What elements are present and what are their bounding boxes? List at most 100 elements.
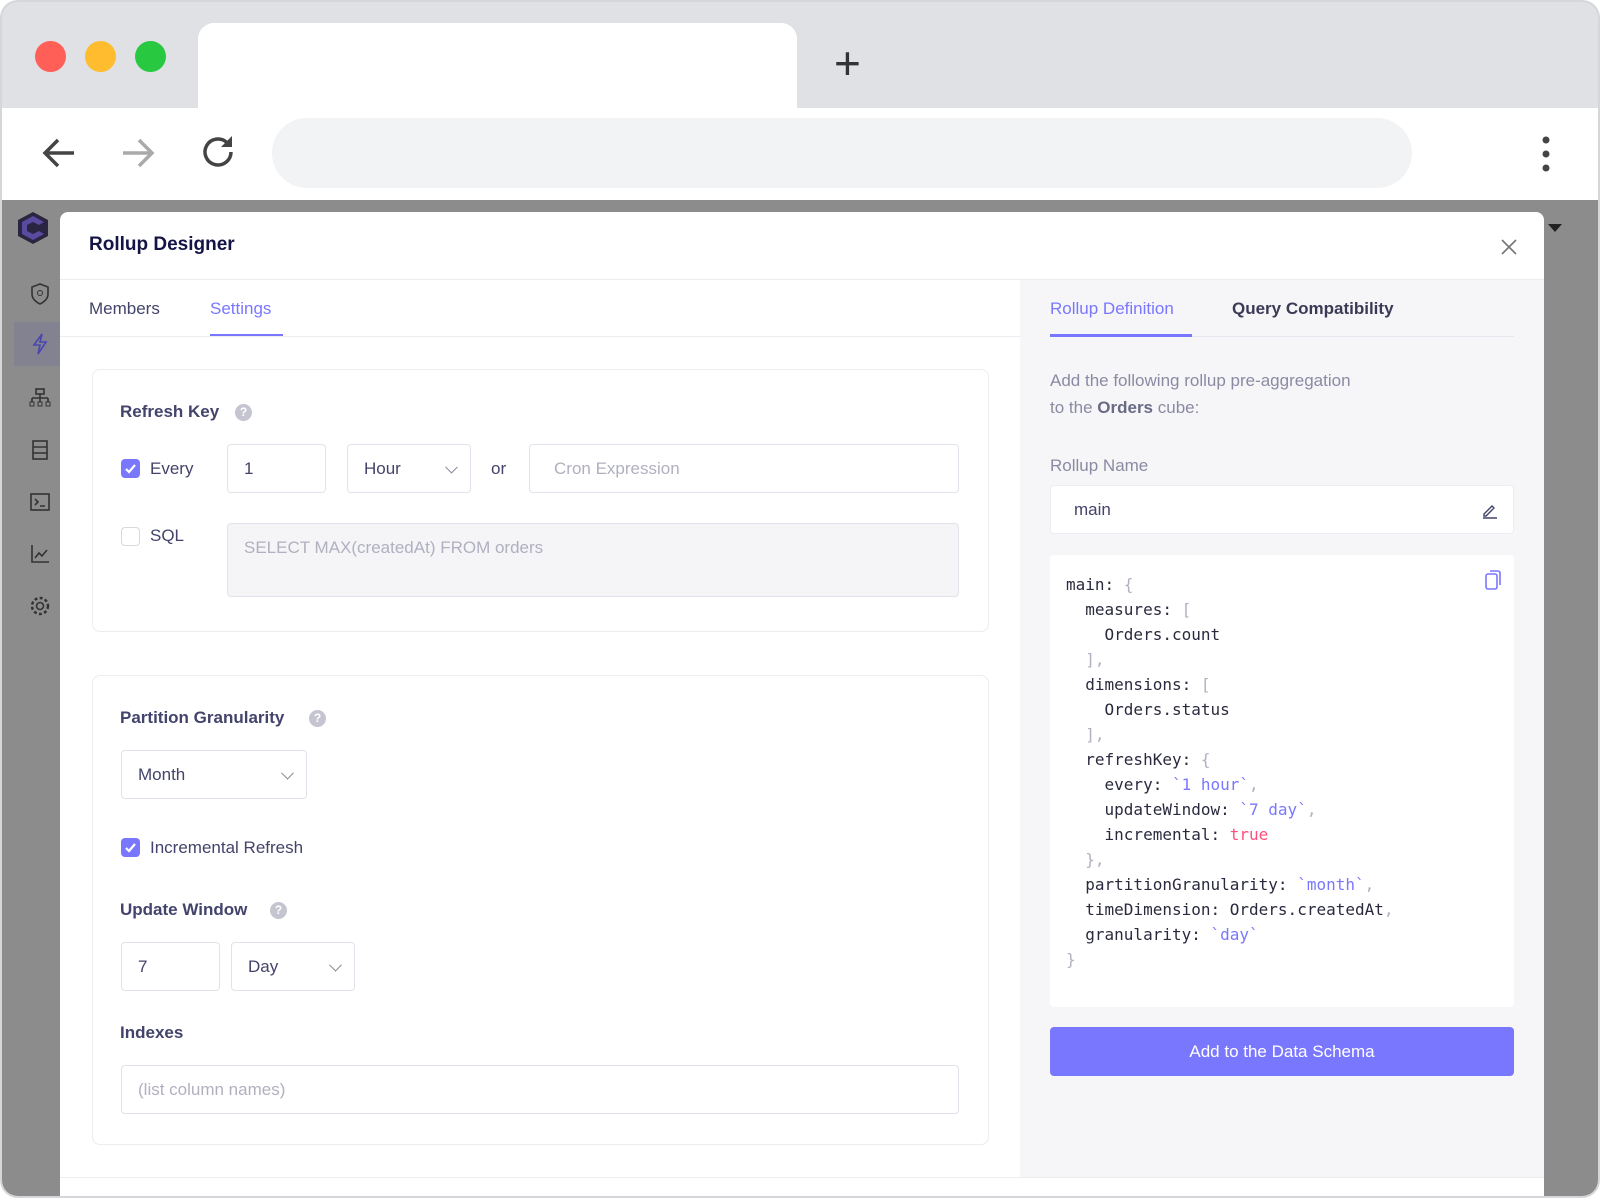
rollup-name-input[interactable]: main — [1050, 485, 1514, 534]
incremental-refresh-checkbox[interactable] — [121, 838, 140, 857]
cube-name: Orders — [1097, 398, 1154, 417]
granularity-select[interactable]: Month — [121, 750, 307, 799]
code-string: `1 hour` — [1171, 775, 1250, 794]
sql-checkbox[interactable] — [121, 527, 140, 546]
reload-icon[interactable] — [199, 132, 239, 172]
tab-query-compatibility[interactable]: Query Compatibility — [1232, 299, 1394, 319]
update-window-input[interactable]: 7 — [121, 942, 220, 991]
indexes-title: Indexes — [120, 1023, 184, 1042]
tabs-divider — [60, 336, 1020, 337]
terminal-icon[interactable] — [28, 490, 52, 514]
database-icon[interactable] — [28, 438, 52, 462]
every-label: Every — [150, 459, 194, 478]
update-window-unit-select[interactable]: Day — [231, 942, 355, 991]
code-line: ], — [1066, 725, 1105, 744]
sql-label: SQL — [150, 526, 185, 545]
code-line: refreshKey: — [1066, 750, 1201, 769]
description-text: to the — [1050, 398, 1098, 417]
indexes-input[interactable]: (list column names) — [121, 1065, 959, 1114]
code-line: incremental: — [1066, 825, 1230, 844]
code-line: measures: — [1066, 600, 1182, 619]
code-punct: , — [1306, 800, 1317, 819]
close-window-button[interactable] — [35, 41, 66, 72]
gear-icon[interactable] — [28, 594, 52, 618]
code-line: granularity: — [1066, 925, 1211, 944]
help-icon[interactable]: ? — [270, 902, 287, 919]
chevron-down-icon — [329, 958, 342, 972]
code-punct: { — [1123, 575, 1134, 594]
code-line: dimensions: — [1066, 675, 1201, 694]
code-punct: { — [1200, 750, 1211, 769]
address-bar[interactable] — [272, 118, 1412, 188]
every-checkbox[interactable] — [121, 459, 140, 478]
minimize-window-button[interactable] — [85, 41, 116, 72]
cron-placeholder: Cron Expression — [554, 458, 680, 478]
schema-icon[interactable] — [28, 386, 52, 410]
tab-rollup-definition[interactable]: Rollup Definition — [1050, 299, 1174, 319]
lightning-icon[interactable] — [28, 332, 52, 356]
rollup-name-value: main — [1074, 499, 1111, 519]
tab-settings[interactable]: Settings — [210, 299, 271, 319]
check-icon — [125, 843, 136, 853]
update-window-value: 7 — [138, 956, 148, 976]
code-string: `7 day` — [1239, 800, 1307, 819]
new-tab-button[interactable]: + — [834, 38, 861, 88]
code-text: main: { measures: [ Orders.count ], dime… — [1066, 572, 1394, 972]
browser-tab[interactable] — [198, 23, 797, 113]
active-tab-indicator — [1050, 334, 1192, 337]
code-line: ], — [1066, 650, 1105, 669]
update-window-unit: Day — [248, 956, 279, 976]
chart-icon[interactable] — [28, 542, 52, 566]
kebab-menu-icon[interactable] — [1538, 134, 1554, 174]
code-line: }, — [1066, 850, 1105, 869]
code-string: `month` — [1297, 875, 1365, 894]
cron-expression-input[interactable]: Cron Expression — [529, 444, 959, 493]
code-line: every: — [1066, 775, 1172, 794]
update-window-title: Update Window — [120, 900, 248, 919]
code-boolean: true — [1229, 825, 1269, 844]
description-text: cube: — [1153, 398, 1200, 417]
rollup-name-label: Rollup Name — [1050, 456, 1149, 475]
sql-textarea[interactable]: SELECT MAX(createdAt) FROM orders — [227, 523, 959, 597]
copy-icon[interactable] — [1484, 569, 1502, 591]
every-unit-value: Hour — [364, 458, 401, 478]
chevron-down-icon — [445, 460, 458, 474]
description-line-2: to the Orders cube: — [1050, 398, 1199, 418]
user-menu-caret-icon[interactable] — [1548, 224, 1562, 232]
code-string: `day` — [1210, 925, 1259, 944]
code-line: Orders.count — [1066, 625, 1221, 644]
help-icon[interactable]: ? — [309, 710, 326, 727]
every-value: 1 — [244, 458, 254, 478]
shield-icon[interactable] — [28, 282, 52, 306]
every-unit-select[interactable]: Hour — [347, 444, 471, 493]
close-icon[interactable] — [1501, 239, 1517, 255]
tab-members[interactable]: Members — [89, 299, 160, 319]
code-line: timeDimension: Orders.createdAt — [1066, 900, 1384, 919]
add-to-data-schema-button[interactable]: Add to the Data Schema — [1050, 1027, 1514, 1076]
code-punct: [ — [1200, 675, 1211, 694]
granularity-value: Month — [138, 764, 186, 784]
edit-icon[interactable] — [1481, 501, 1499, 519]
browser-window: + Rollup Designer Members Settings Refre… — [0, 0, 1600, 1198]
code-line: partitionGranularity: — [1066, 875, 1298, 894]
or-label: or — [491, 459, 507, 478]
every-value-input[interactable]: 1 — [227, 444, 326, 493]
code-line: main: — [1066, 575, 1124, 594]
refresh-key-title: Refresh Key — [120, 402, 220, 421]
footer-divider — [60, 1177, 1544, 1178]
sql-placeholder: SELECT MAX(createdAt) FROM orders — [244, 538, 544, 557]
back-icon[interactable] — [40, 134, 78, 172]
code-line: updateWindow: — [1066, 800, 1240, 819]
check-icon — [125, 464, 136, 474]
code-line: Orders.status — [1066, 700, 1230, 719]
code-punct: , — [1383, 900, 1394, 919]
maximize-window-button[interactable] — [135, 41, 166, 72]
modal-title: Rollup Designer — [89, 234, 235, 255]
help-icon[interactable]: ? — [235, 404, 252, 421]
partition-granularity-title: Partition Granularity — [120, 708, 285, 727]
description-line-1: Add the following rollup pre-aggregation — [1050, 371, 1351, 390]
app-logo — [18, 212, 48, 244]
forward-icon[interactable] — [119, 134, 157, 172]
browser-toolbar — [2, 108, 1598, 200]
code-line: } — [1066, 950, 1076, 969]
